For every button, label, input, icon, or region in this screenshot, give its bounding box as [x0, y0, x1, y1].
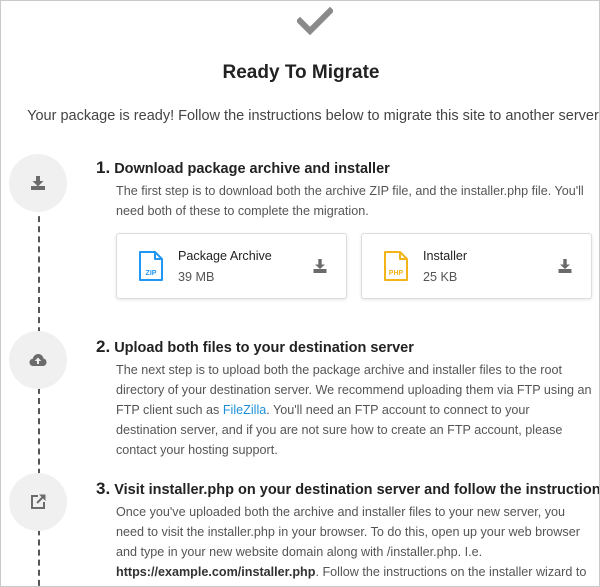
package-archive-size: 39 MB [178, 270, 215, 284]
intro-text: Your package is ready! Follow the instru… [27, 108, 600, 124]
cloud-upload-icon [29, 354, 47, 366]
checkmark-icon [297, 7, 333, 35]
installer-card[interactable]: PHP Installer 25 KB [361, 233, 592, 299]
migration-panel: Ready To Migrate Your package is ready! … [0, 0, 600, 587]
step-3-heading: 3. Visit installer.php on your destinatio… [96, 479, 600, 499]
step-2-marker [9, 331, 67, 389]
step-3-text-start: Once you've uploaded both the archive an… [116, 505, 580, 559]
step-2-heading: 2. Upload both files to your destination … [96, 337, 414, 357]
step-2-description: The next step is to upload both the pack… [116, 360, 592, 460]
zip-badge: ZIP [146, 270, 157, 277]
php-badge: PHP [389, 270, 404, 277]
package-archive-card[interactable]: ZIP Package Archive 39 MB [116, 233, 347, 299]
filezilla-link[interactable]: FileZilla [223, 403, 266, 417]
step-2-number: 2. [96, 337, 111, 356]
step-1-title: Download package archive and installer [114, 161, 390, 177]
package-archive-name: Package Archive [178, 249, 272, 263]
installer-url: https://example.com/installer.php [116, 565, 316, 579]
page-title: Ready To Migrate [222, 62, 380, 83]
step-1-number: 1. [96, 158, 111, 177]
download-installer-icon[interactable] [557, 258, 573, 274]
step-1-description: The first step is to download both the a… [116, 184, 584, 218]
step-1-heading: 1. Download package archive and installer [96, 158, 390, 178]
external-link-icon [31, 494, 46, 509]
step-3-marker [9, 473, 67, 531]
zip-file-icon: ZIP [139, 251, 163, 281]
step-3-number: 3. [96, 479, 111, 498]
php-file-icon: PHP [384, 251, 408, 281]
installer-name: Installer [423, 249, 468, 263]
download-package-archive-icon[interactable] [312, 258, 328, 274]
step-3-description: Once you've uploaded both the archive an… [116, 502, 592, 586]
step-1-marker [9, 154, 67, 212]
download-icon [31, 176, 45, 190]
step-2-title: Upload both files to your destination se… [114, 340, 414, 356]
installer-size: 25 KB [423, 270, 458, 284]
step-3-title: Visit installer.php on your destination … [114, 482, 600, 498]
